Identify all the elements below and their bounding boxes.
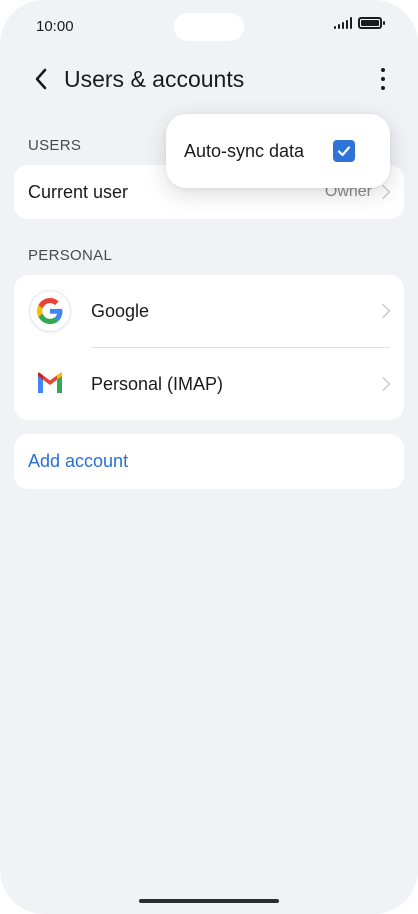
check-icon <box>337 146 351 157</box>
phone-screen: 10:00 Users & accounts USERS Current use… <box>0 0 418 914</box>
battery-icon <box>358 17 385 29</box>
overflow-menu-popup: Auto-sync data <box>166 114 390 188</box>
account-label-google: Google <box>91 300 150 321</box>
signal-icon <box>334 17 352 29</box>
back-arrow-icon[interactable] <box>28 64 54 94</box>
status-icons <box>334 17 385 29</box>
account-row-imap[interactable]: Personal (IMAP) <box>14 348 404 420</box>
chevron-right-icon <box>375 184 391 200</box>
add-account-label: Add account <box>28 451 129 471</box>
gmail-icon <box>36 372 64 394</box>
google-icon <box>30 291 70 331</box>
add-account-card: Add account <box>14 434 404 489</box>
auto-sync-label[interactable]: Auto-sync data <box>184 141 304 162</box>
more-vert-icon[interactable] <box>370 64 396 94</box>
chevron-right-icon <box>375 376 391 392</box>
account-row-google[interactable]: Google <box>14 275 404 347</box>
page-title: Users & accounts <box>64 66 245 92</box>
personal-section-header: PERSONAL <box>28 247 113 264</box>
users-section-header: USERS <box>28 137 82 154</box>
status-time: 10:00 <box>36 18 74 35</box>
camera-pill <box>174 13 244 41</box>
add-account-button[interactable]: Add account <box>14 434 404 489</box>
home-indicator[interactable] <box>139 899 279 903</box>
current-user-label: Current user <box>28 181 129 202</box>
account-label-imap: Personal (IMAP) <box>91 373 224 394</box>
personal-card: Google Personal (IMAP) <box>14 275 404 420</box>
auto-sync-checkbox[interactable] <box>333 140 355 162</box>
chevron-right-icon <box>375 303 391 319</box>
